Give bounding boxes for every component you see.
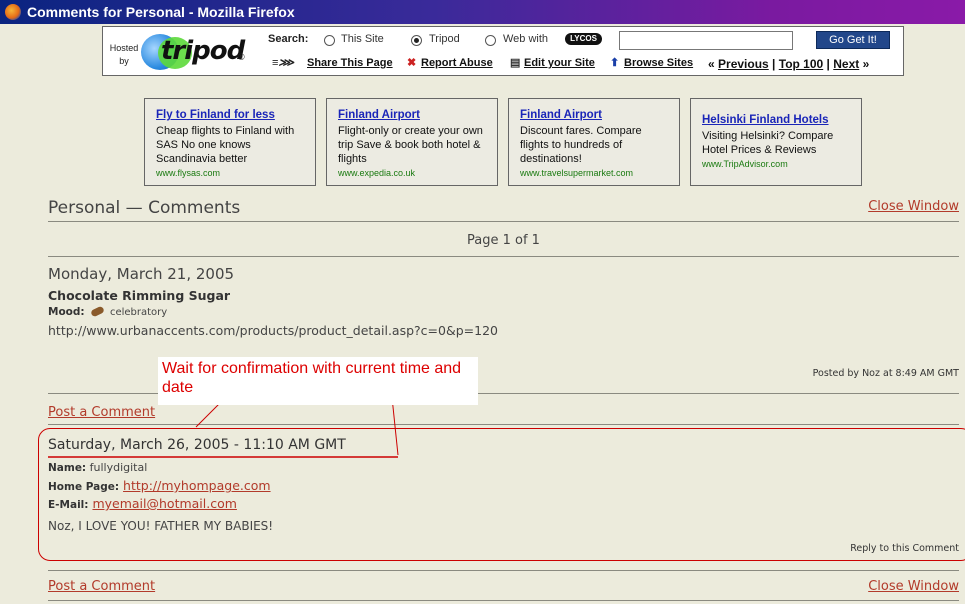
annotation-lines xyxy=(48,377,399,458)
annotation-note: Wait for confirmation with current time … xyxy=(158,357,478,405)
